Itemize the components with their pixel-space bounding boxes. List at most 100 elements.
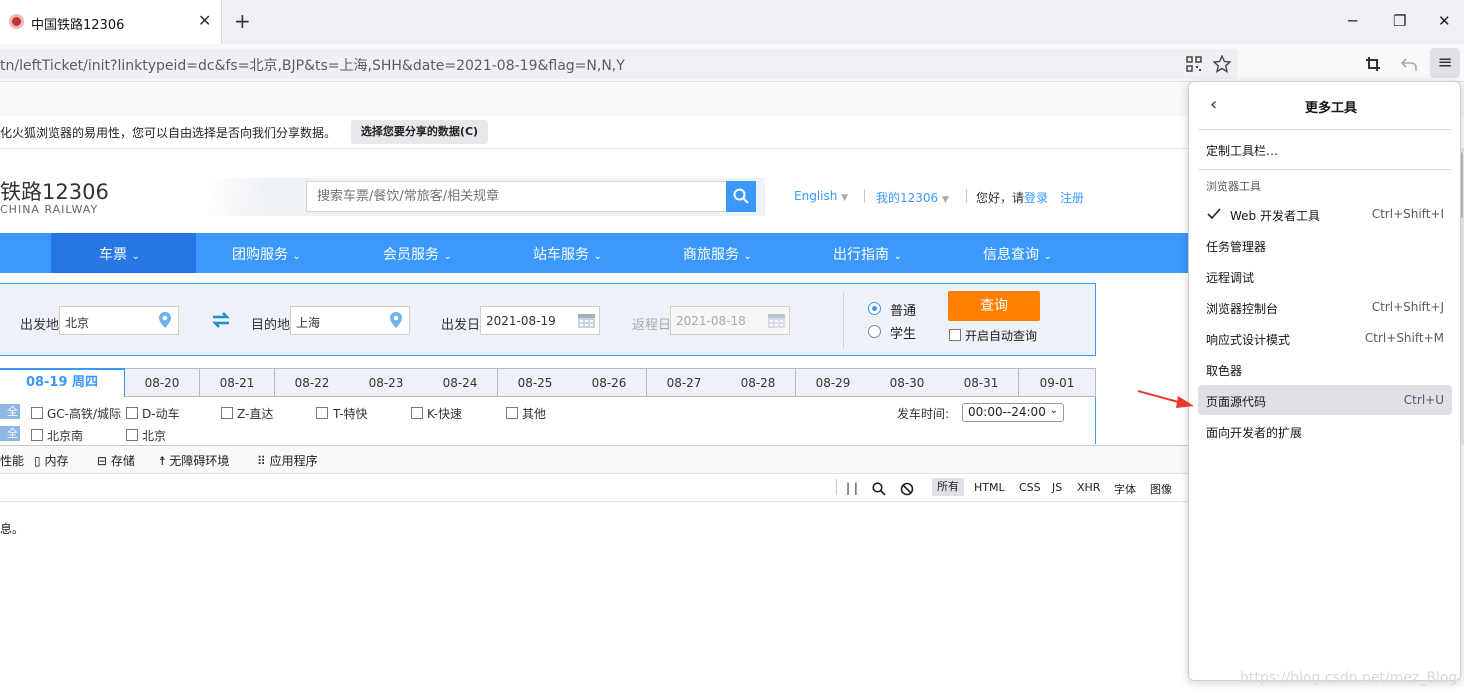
- filter-images[interactable]: 图像: [1150, 481, 1172, 497]
- date-tab[interactable]: 08-23: [349, 368, 424, 397]
- date-tab[interactable]: 08-30: [870, 368, 945, 397]
- panel-section-label: 浏览器工具: [1206, 180, 1261, 193]
- filter-js[interactable]: JS: [1052, 481, 1062, 494]
- app-menu-button[interactable]: ≡: [1430, 48, 1460, 78]
- radio-student[interactable]: [868, 325, 881, 338]
- station-label: 北京南: [47, 429, 84, 443]
- nav-travel-guide[interactable]: 出行指南 ⌄: [833, 244, 902, 264]
- filter-css[interactable]: CSS: [1019, 481, 1041, 494]
- search-icon[interactable]: [872, 482, 886, 496]
- all-types-badge[interactable]: 全部: [0, 404, 20, 433]
- date-tab-active[interactable]: 08-19 周四: [0, 368, 125, 398]
- radio-normal[interactable]: [868, 302, 881, 315]
- date-tab[interactable]: 08-25: [498, 368, 573, 397]
- from-label: 出发地: [20, 318, 60, 333]
- nav-tickets[interactable]: 车票 ⌄: [99, 244, 140, 264]
- pause-icon[interactable]: | |: [846, 481, 858, 495]
- date-tab[interactable]: 08-28: [721, 368, 796, 397]
- filter-checkbox[interactable]: [316, 407, 328, 419]
- qr-code-icon[interactable]: [1186, 56, 1202, 72]
- devtools-tab-storage[interactable]: ⊟ 存储: [97, 452, 135, 469]
- menu-item-remote-debugging[interactable]: 远程调试: [1206, 269, 1254, 286]
- filter-checkbox[interactable]: [411, 407, 423, 419]
- my12306-link[interactable]: 我的12306 ▼: [876, 189, 949, 206]
- minimize-button[interactable]: ─: [1348, 12, 1357, 30]
- menu-item-eyedropper[interactable]: 取色器: [1206, 362, 1242, 379]
- date-tab[interactable]: 08-31: [944, 368, 1019, 397]
- english-link[interactable]: English ▼: [794, 189, 848, 203]
- menu-item-web-devtools[interactable]: Web 开发者工具: [1230, 207, 1320, 224]
- screenshot-crop-icon[interactable]: [1365, 56, 1381, 72]
- devtools-tab-application[interactable]: ⠿ 应用程序: [257, 452, 318, 469]
- devtools-tab-memory[interactable]: ▯ 内存: [34, 452, 68, 469]
- undo-arrow-icon[interactable]: [1400, 56, 1418, 72]
- swap-stations-icon[interactable]: [211, 312, 231, 328]
- filter-xhr[interactable]: XHR: [1077, 481, 1100, 494]
- watermark: https://blog.csdn.net/mez_Blog: [1240, 670, 1458, 686]
- new-tab-button[interactable]: +: [234, 9, 251, 33]
- filter-checkbox[interactable]: [31, 407, 43, 419]
- site-search-input[interactable]: [306, 181, 727, 212]
- divider: [1198, 169, 1452, 170]
- query-button[interactable]: 查询: [948, 291, 1040, 321]
- calendar-icon[interactable]: [767, 311, 786, 329]
- menu-item-shortcut: Ctrl+Shift+I: [1371, 207, 1444, 221]
- block-icon[interactable]: [900, 482, 914, 496]
- date-tab[interactable]: 08-27: [647, 368, 722, 397]
- filter-checkbox[interactable]: [506, 407, 518, 419]
- tab-close-icon[interactable]: ✕: [198, 11, 211, 30]
- date-tab[interactable]: 08-20: [125, 368, 200, 397]
- filter-fonts[interactable]: 字体: [1114, 481, 1136, 497]
- register-link[interactable]: 注册: [1060, 191, 1084, 205]
- filter-all[interactable]: 所有: [932, 478, 964, 496]
- filter-label: Z-直达: [237, 407, 274, 421]
- date-tab[interactable]: 09-01: [1019, 368, 1096, 397]
- share-data-button[interactable]: 选择您要分享的数据(C): [351, 120, 488, 144]
- depart-time-select[interactable]: 00:00--24:00 ⌄: [962, 403, 1064, 422]
- url-text[interactable]: tn/leftTicket/init?linktypeid=dc&fs=北京,B…: [0, 55, 625, 75]
- login-link[interactable]: 登录: [1024, 191, 1048, 205]
- date-tab[interactable]: 08-26: [572, 368, 647, 397]
- back-chevron-icon[interactable]: ‹: [1210, 94, 1217, 115]
- window-close-button[interactable]: ✕: [1438, 12, 1451, 30]
- date-tab[interactable]: 08-21: [200, 368, 275, 397]
- divider: [1198, 129, 1452, 130]
- nav-info-query[interactable]: 信息查询 ⌄: [983, 244, 1052, 264]
- filter-label: T-特快: [333, 407, 368, 421]
- search-button[interactable]: [726, 181, 756, 212]
- filter-html[interactable]: HTML: [974, 481, 1005, 494]
- calendar-icon[interactable]: [577, 311, 596, 329]
- menu-item-page-source[interactable]: 页面源代码: [1206, 393, 1266, 410]
- location-pin-icon: [390, 312, 402, 328]
- maximize-button[interactable]: ❐: [1393, 12, 1406, 30]
- auto-query-checkbox[interactable]: [949, 329, 961, 341]
- station-checkbox[interactable]: [126, 429, 138, 441]
- nav-station-service[interactable]: 站车服务 ⌄: [533, 244, 602, 264]
- bookmark-star-icon[interactable]: [1213, 55, 1231, 73]
- nav-business-service[interactable]: 商旅服务 ⌄: [683, 244, 752, 264]
- devtools-tab-performance[interactable]: 性能: [0, 452, 24, 469]
- return-label: 返程日: [632, 318, 672, 333]
- menu-item-shortcut: Ctrl+U: [1403, 393, 1444, 407]
- more-tools-panel: [1188, 81, 1461, 681]
- location-pin-icon: [159, 312, 171, 328]
- date-tab[interactable]: 08-24: [423, 368, 498, 397]
- site-logo-text[interactable]: 铁路12306: [0, 176, 109, 206]
- filter-checkbox[interactable]: [221, 407, 233, 419]
- filter-label: D-动车: [142, 407, 180, 421]
- customize-toolbar-item[interactable]: 定制工具栏…: [1206, 142, 1278, 159]
- date-tab[interactable]: 08-29: [796, 368, 871, 397]
- menu-item-task-manager[interactable]: 任务管理器: [1206, 238, 1266, 255]
- nav-group-service[interactable]: 团购服务 ⌄: [232, 244, 301, 264]
- radio-normal-label: 普通: [890, 304, 917, 319]
- all-stations-badge[interactable]: 全部: [0, 426, 20, 455]
- devtools-tab-accessibility[interactable]: ☨ 无障碍环境: [159, 452, 229, 469]
- menu-item-responsive-design[interactable]: 响应式设计模式: [1206, 331, 1290, 348]
- menu-item-browser-console[interactable]: 浏览器控制台: [1206, 300, 1278, 317]
- nav-member-service[interactable]: 会员服务 ⌄: [383, 244, 452, 264]
- app-grid-icon: ⠿: [257, 454, 266, 468]
- menu-item-developer-extensions[interactable]: 面向开发者的扩展: [1206, 424, 1302, 441]
- station-checkbox[interactable]: [31, 429, 43, 441]
- filter-checkbox[interactable]: [126, 407, 138, 419]
- date-tab[interactable]: 08-22: [275, 368, 350, 397]
